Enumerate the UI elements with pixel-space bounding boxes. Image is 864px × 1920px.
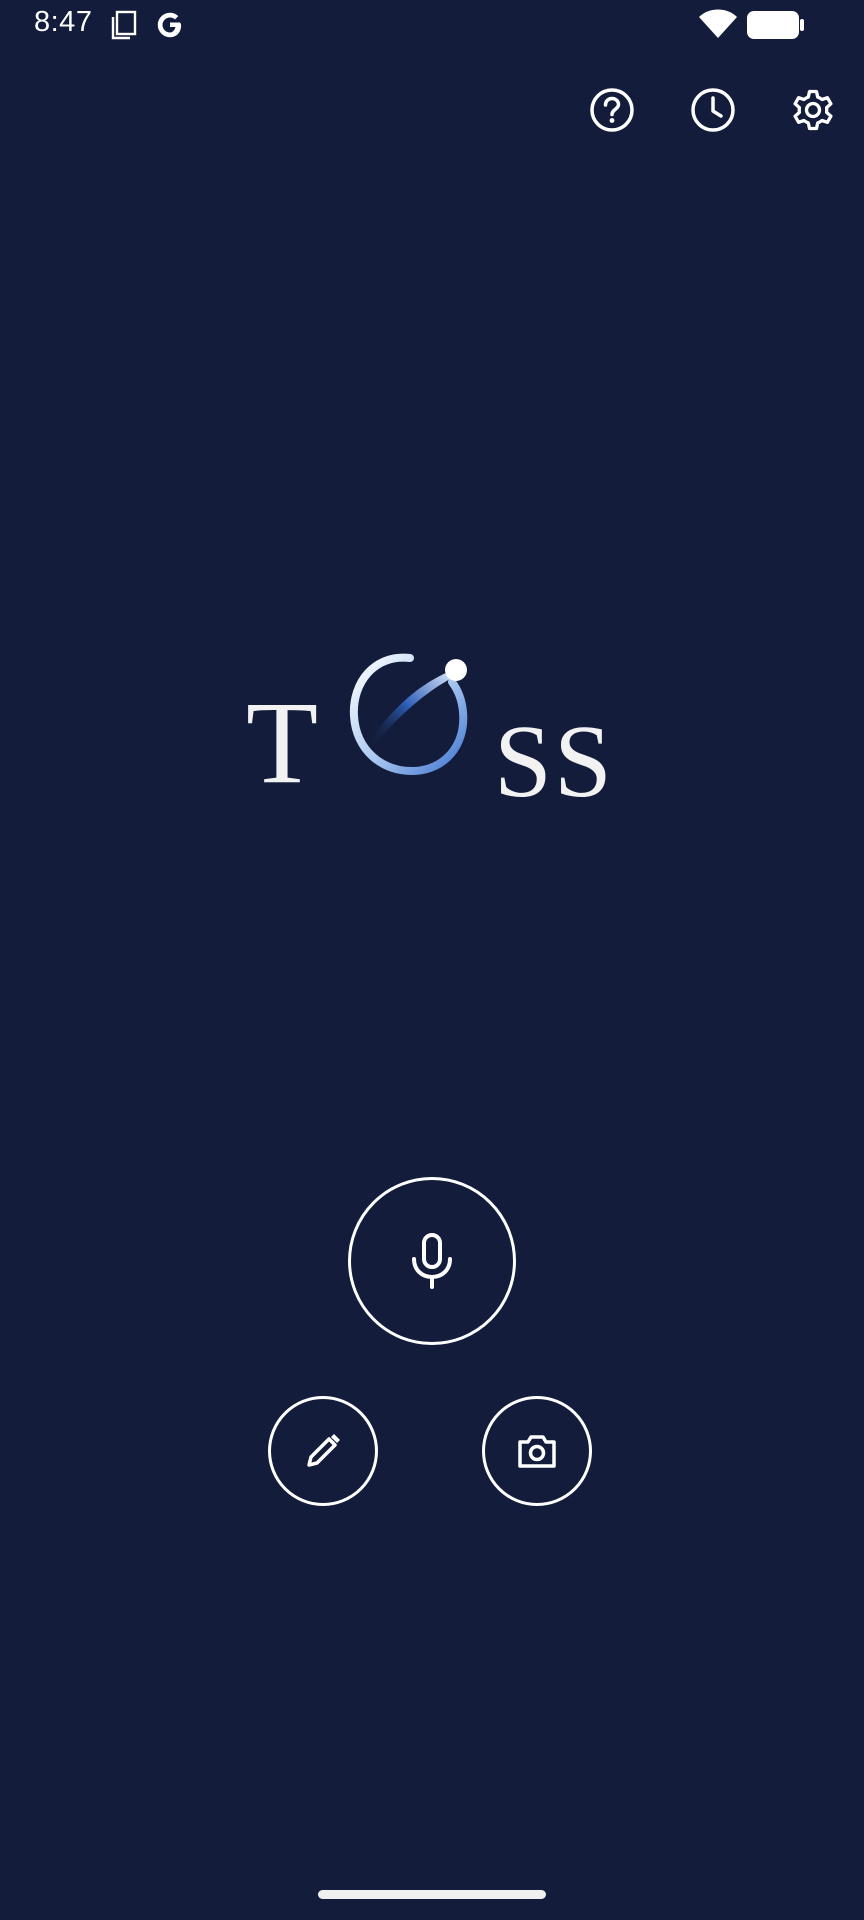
- logo-orbit-o: [349, 653, 468, 776]
- app-logo: T S S: [236, 622, 628, 814]
- settings-icon[interactable]: [787, 84, 839, 136]
- sim-card-icon: [111, 10, 137, 40]
- logo-letter-t: T: [246, 677, 319, 808]
- logo-letter-s1: S: [494, 704, 552, 819]
- text-input-button[interactable]: [268, 1396, 378, 1506]
- status-time: 8:47: [34, 6, 93, 38]
- history-icon[interactable]: [687, 84, 739, 136]
- camera-input-button[interactable]: [482, 1396, 592, 1506]
- voice-input-button[interactable]: [348, 1177, 516, 1345]
- home-indicator[interactable]: [318, 1890, 546, 1899]
- battery-icon: [747, 11, 804, 39]
- app-screen: 8:47 T S S: [0, 0, 864, 1920]
- help-icon[interactable]: [586, 84, 638, 136]
- camera-icon: [518, 1435, 556, 1468]
- pencil-icon: [307, 1434, 340, 1467]
- google-g-icon: [157, 12, 182, 38]
- status-bar: 8:47: [0, 0, 864, 50]
- logo-letter-s2: S: [554, 704, 612, 819]
- wifi-icon: [699, 9, 737, 38]
- microphone-icon: [412, 1233, 452, 1289]
